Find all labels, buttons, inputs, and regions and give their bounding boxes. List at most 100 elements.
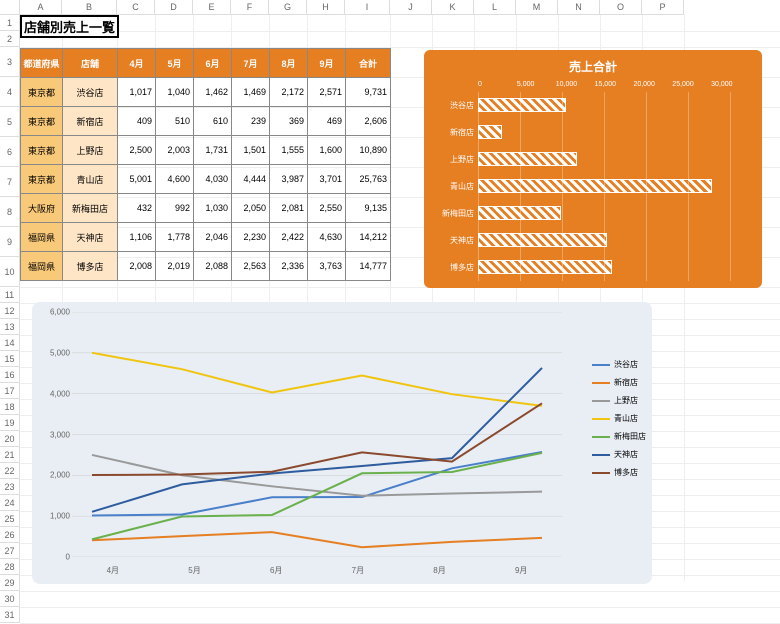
col-header-H[interactable]: H bbox=[307, 0, 345, 15]
col-header-F[interactable]: F bbox=[231, 0, 269, 15]
table-row[interactable]: 東京都渋谷店1,0171,0401,4621,4692,1722,5719,73… bbox=[21, 78, 391, 107]
row-header-8[interactable]: 8 bbox=[0, 197, 20, 227]
column-headers[interactable]: ABCDEFGHIJKLMNOP bbox=[20, 0, 780, 15]
value-cell[interactable]: 4,600 bbox=[156, 165, 194, 194]
col-header-J[interactable]: J bbox=[390, 0, 432, 15]
value-cell[interactable]: 14,212 bbox=[346, 223, 391, 252]
row-headers[interactable]: 1234567891011121314151617181920212223242… bbox=[0, 15, 20, 623]
shop-cell[interactable]: 上野店 bbox=[63, 136, 118, 165]
value-cell[interactable]: 2,571 bbox=[308, 78, 346, 107]
row-header-27[interactable]: 27 bbox=[0, 543, 20, 559]
bar-chart[interactable]: 売上合計 05,00010,00015,00020,00025,00030,00… bbox=[424, 50, 762, 288]
row-header-6[interactable]: 6 bbox=[0, 137, 20, 167]
pref-cell[interactable]: 東京都 bbox=[21, 107, 63, 136]
col-header-L[interactable]: L bbox=[474, 0, 516, 15]
value-cell[interactable]: 1,555 bbox=[270, 136, 308, 165]
col-header-A[interactable]: A bbox=[20, 0, 62, 15]
value-cell[interactable]: 2,550 bbox=[308, 194, 346, 223]
value-cell[interactable]: 2,008 bbox=[118, 252, 156, 281]
row-header-17[interactable]: 17 bbox=[0, 383, 20, 399]
shop-cell[interactable]: 天神店 bbox=[63, 223, 118, 252]
row-header-9[interactable]: 9 bbox=[0, 227, 20, 257]
value-cell[interactable]: 369 bbox=[270, 107, 308, 136]
value-cell[interactable]: 1,040 bbox=[156, 78, 194, 107]
row-header-21[interactable]: 21 bbox=[0, 447, 20, 463]
row-header-10[interactable]: 10 bbox=[0, 257, 20, 287]
row-header-7[interactable]: 7 bbox=[0, 167, 20, 197]
row-header-19[interactable]: 19 bbox=[0, 415, 20, 431]
value-cell[interactable]: 239 bbox=[232, 107, 270, 136]
value-cell[interactable]: 1,030 bbox=[194, 194, 232, 223]
value-cell[interactable]: 2,088 bbox=[194, 252, 232, 281]
shop-cell[interactable]: 新梅田店 bbox=[63, 194, 118, 223]
value-cell[interactable]: 2,230 bbox=[232, 223, 270, 252]
value-cell[interactable]: 4,030 bbox=[194, 165, 232, 194]
col-header-O[interactable]: O bbox=[600, 0, 642, 15]
value-cell[interactable]: 9,135 bbox=[346, 194, 391, 223]
table-row[interactable]: 福岡県天神店1,1061,7782,0462,2302,4224,63014,2… bbox=[21, 223, 391, 252]
value-cell[interactable]: 2,046 bbox=[194, 223, 232, 252]
value-cell[interactable]: 1,731 bbox=[194, 136, 232, 165]
pref-cell[interactable]: 東京都 bbox=[21, 165, 63, 194]
value-cell[interactable]: 1,017 bbox=[118, 78, 156, 107]
row-header-1[interactable]: 1 bbox=[0, 15, 20, 31]
pref-cell[interactable]: 福岡県 bbox=[21, 223, 63, 252]
col-header-B[interactable]: B bbox=[62, 0, 117, 15]
pref-cell[interactable]: 大阪府 bbox=[21, 194, 63, 223]
col-header-E[interactable]: E bbox=[193, 0, 231, 15]
table-header[interactable]: 5月 bbox=[156, 49, 194, 78]
shop-cell[interactable]: 青山店 bbox=[63, 165, 118, 194]
value-cell[interactable]: 1,462 bbox=[194, 78, 232, 107]
row-header-12[interactable]: 12 bbox=[0, 303, 20, 319]
value-cell[interactable]: 2,500 bbox=[118, 136, 156, 165]
row-header-16[interactable]: 16 bbox=[0, 367, 20, 383]
shop-cell[interactable]: 博多店 bbox=[63, 252, 118, 281]
table-header[interactable]: 7月 bbox=[232, 49, 270, 78]
pref-cell[interactable]: 東京都 bbox=[21, 136, 63, 165]
value-cell[interactable]: 510 bbox=[156, 107, 194, 136]
col-header-D[interactable]: D bbox=[155, 0, 193, 15]
value-cell[interactable]: 2,081 bbox=[270, 194, 308, 223]
table-row[interactable]: 東京都上野店2,5002,0031,7311,5011,5551,60010,8… bbox=[21, 136, 391, 165]
value-cell[interactable]: 9,731 bbox=[346, 78, 391, 107]
row-header-13[interactable]: 13 bbox=[0, 319, 20, 335]
row-header-31[interactable]: 31 bbox=[0, 607, 20, 623]
value-cell[interactable]: 1,469 bbox=[232, 78, 270, 107]
row-header-29[interactable]: 29 bbox=[0, 575, 20, 591]
value-cell[interactable]: 2,563 bbox=[232, 252, 270, 281]
value-cell[interactable]: 3,987 bbox=[270, 165, 308, 194]
table-row[interactable]: 東京都新宿店4095106102393694692,606 bbox=[21, 107, 391, 136]
value-cell[interactable]: 2,019 bbox=[156, 252, 194, 281]
spreadsheet-grid[interactable]: ABCDEFGHIJKLMNOP 12345678910111213141516… bbox=[0, 0, 780, 581]
row-header-25[interactable]: 25 bbox=[0, 511, 20, 527]
value-cell[interactable]: 10,890 bbox=[346, 136, 391, 165]
pref-cell[interactable]: 東京都 bbox=[21, 78, 63, 107]
col-header-C[interactable]: C bbox=[117, 0, 155, 15]
row-header-2[interactable]: 2 bbox=[0, 31, 20, 47]
table-header[interactable]: 9月 bbox=[308, 49, 346, 78]
data-table[interactable]: 都道府県店舗4月5月6月7月8月9月合計東京都渋谷店1,0171,0401,46… bbox=[20, 48, 391, 281]
value-cell[interactable]: 2,050 bbox=[232, 194, 270, 223]
table-row[interactable]: 大阪府新梅田店4329921,0302,0502,0812,5509,135 bbox=[21, 194, 391, 223]
sheet-title[interactable]: 店舗別売上一覧 bbox=[20, 15, 119, 38]
row-header-28[interactable]: 28 bbox=[0, 559, 20, 575]
value-cell[interactable]: 469 bbox=[308, 107, 346, 136]
value-cell[interactable]: 2,336 bbox=[270, 252, 308, 281]
value-cell[interactable]: 2,422 bbox=[270, 223, 308, 252]
value-cell[interactable]: 4,630 bbox=[308, 223, 346, 252]
row-header-22[interactable]: 22 bbox=[0, 463, 20, 479]
select-all-corner[interactable] bbox=[0, 0, 20, 15]
value-cell[interactable]: 5,001 bbox=[118, 165, 156, 194]
row-header-20[interactable]: 20 bbox=[0, 431, 20, 447]
row-header-24[interactable]: 24 bbox=[0, 495, 20, 511]
row-header-18[interactable]: 18 bbox=[0, 399, 20, 415]
col-header-P[interactable]: P bbox=[642, 0, 684, 15]
value-cell[interactable]: 992 bbox=[156, 194, 194, 223]
value-cell[interactable]: 610 bbox=[194, 107, 232, 136]
pref-cell[interactable]: 福岡県 bbox=[21, 252, 63, 281]
row-header-26[interactable]: 26 bbox=[0, 527, 20, 543]
col-header-K[interactable]: K bbox=[432, 0, 474, 15]
value-cell[interactable]: 25,763 bbox=[346, 165, 391, 194]
table-header[interactable]: 4月 bbox=[118, 49, 156, 78]
table-header[interactable]: 合計 bbox=[346, 49, 391, 78]
